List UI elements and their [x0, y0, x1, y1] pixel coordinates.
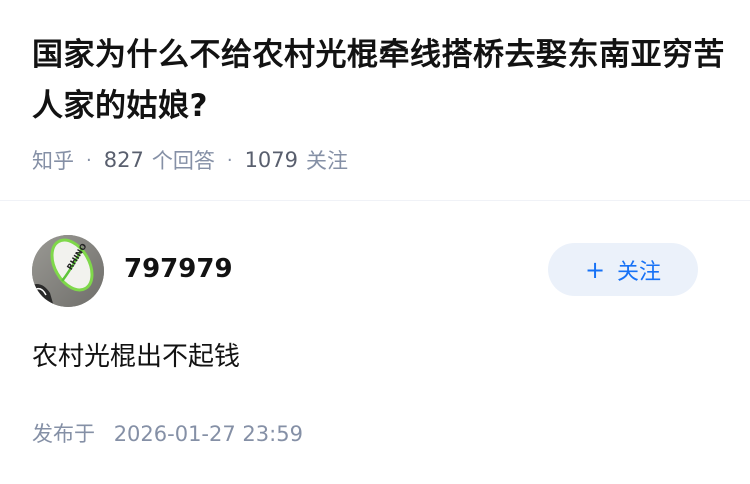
author-avatar[interactable]: RHINO: [32, 235, 104, 307]
publish-datetime: 2026-01-27 23:59: [113, 422, 303, 446]
publish-label: 发布于: [32, 422, 95, 446]
follower-count-label: 关注: [306, 149, 349, 173]
author-name[interactable]: 797979: [124, 252, 233, 286]
source-label[interactable]: 知乎: [32, 145, 74, 175]
question-title[interactable]: 国家为什么不给农村光棍牵线搭桥去娶东南亚穷苦人家的姑娘?: [32, 30, 732, 132]
section-divider: [0, 200, 750, 201]
follower-count: 1079: [244, 148, 299, 172]
follow-button-label: 关注: [617, 259, 662, 285]
meta-separator: ·: [86, 149, 92, 171]
follow-button[interactable]: + 关注: [548, 243, 698, 296]
answer-content: 农村光棍出不起钱: [32, 342, 241, 372]
publish-info: 发布于 2026-01-27 23:59: [32, 418, 303, 450]
answer-count: 827: [103, 148, 144, 172]
avatar-photo-icon: RHINO: [32, 235, 104, 307]
meta-separator: ·: [226, 149, 233, 171]
question-meta: 知乎 · 827 个回答 · 1079 关注: [32, 144, 348, 176]
plus-icon: +: [584, 255, 606, 284]
answer-count-label: 个回答: [151, 149, 215, 173]
